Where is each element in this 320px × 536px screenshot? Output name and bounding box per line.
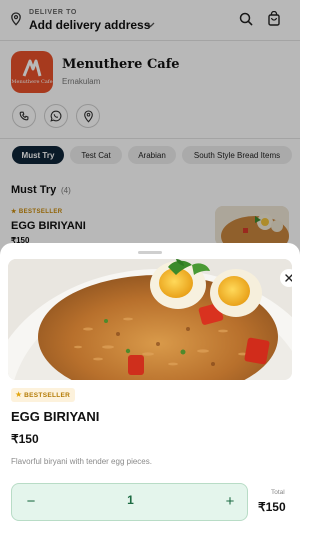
item-hero-image bbox=[8, 259, 292, 380]
close-icon bbox=[285, 274, 292, 282]
star-icon: ★ bbox=[15, 390, 23, 399]
quantity-value: 1 bbox=[127, 493, 134, 507]
total-label: Total bbox=[271, 489, 285, 496]
increase-quantity-button[interactable]: + bbox=[219, 491, 241, 513]
item-title: EGG BIRIYANI bbox=[11, 409, 100, 424]
sheet-drag-handle[interactable] bbox=[138, 251, 162, 254]
item-description: Flavorful biryani with tender egg pieces… bbox=[11, 457, 152, 466]
quantity-stepper: − 1 + bbox=[11, 483, 248, 521]
bestseller-badge: ★ BESTSELLER bbox=[11, 388, 76, 402]
bestseller-text: BESTSELLER bbox=[24, 391, 71, 399]
item-price: ₹150 bbox=[11, 432, 39, 446]
close-button[interactable] bbox=[280, 269, 292, 287]
total-value: ₹150 bbox=[258, 500, 286, 514]
decrease-quantity-button[interactable]: − bbox=[20, 491, 42, 513]
item-detail-sheet: ★ BESTSELLER EGG BIRIYANI ₹150 Flavorful… bbox=[0, 243, 300, 536]
